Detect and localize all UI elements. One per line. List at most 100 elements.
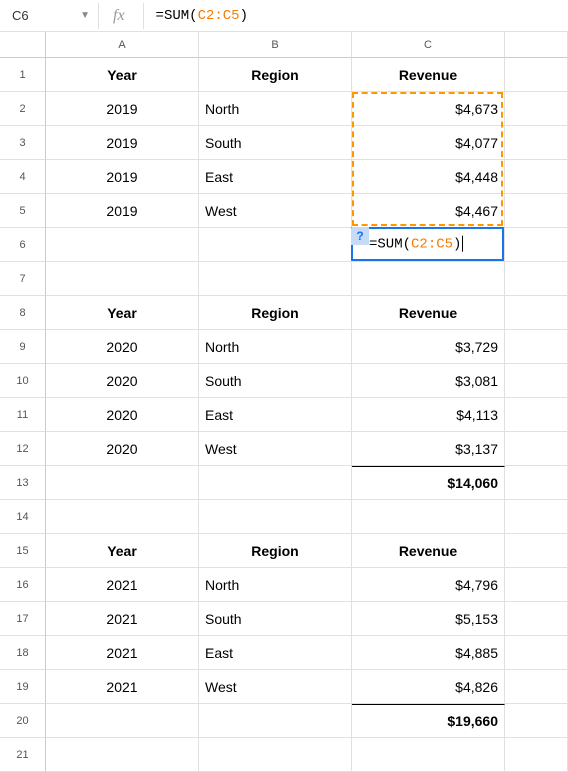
cell[interactable]: North	[199, 568, 352, 602]
cell[interactable]: $5,153	[352, 602, 505, 636]
row-header[interactable]: 4	[0, 160, 46, 194]
column-header[interactable]	[505, 32, 568, 58]
cell[interactable]	[505, 262, 568, 296]
cell[interactable]	[199, 228, 352, 262]
cell[interactable]: 2020	[46, 330, 199, 364]
cell[interactable]: 2021	[46, 602, 199, 636]
cell[interactable]	[505, 160, 568, 194]
row-header[interactable]: 3	[0, 126, 46, 160]
cell[interactable]: 2021	[46, 636, 199, 670]
cell[interactable]	[505, 194, 568, 228]
cell[interactable]: Year	[46, 534, 199, 568]
cell[interactable]	[352, 500, 505, 534]
name-box[interactable]: C6 ▼	[4, 3, 99, 29]
cell[interactable]: $3,137	[352, 432, 505, 466]
select-all-corner[interactable]	[0, 32, 46, 58]
cell[interactable]	[505, 364, 568, 398]
cell[interactable]	[505, 58, 568, 92]
cell[interactable]: $4,673	[352, 92, 505, 126]
cell[interactable]: North	[199, 330, 352, 364]
cell[interactable]: South	[199, 602, 352, 636]
row-header[interactable]: 2	[0, 92, 46, 126]
row-header[interactable]: 18	[0, 636, 46, 670]
cell[interactable]: Year	[46, 58, 199, 92]
row-header[interactable]: 9	[0, 330, 46, 364]
cell[interactable]: 2019	[46, 92, 199, 126]
row-header[interactable]: 11	[0, 398, 46, 432]
cell[interactable]: West	[199, 194, 352, 228]
cell[interactable]: South	[199, 364, 352, 398]
cell[interactable]	[46, 262, 199, 296]
cell[interactable]: 2019	[46, 194, 199, 228]
cell[interactable]	[46, 738, 199, 772]
cell[interactable]: 2020	[46, 364, 199, 398]
cell[interactable]	[505, 126, 568, 160]
cell[interactable]: East	[199, 636, 352, 670]
cell[interactable]	[505, 398, 568, 432]
cell[interactable]	[46, 500, 199, 534]
cell[interactable]: $4,448	[352, 160, 505, 194]
cell[interactable]: $4,826	[352, 670, 505, 704]
name-box-dropdown-icon[interactable]: ▼	[80, 10, 90, 21]
cell[interactable]: $4,113	[352, 398, 505, 432]
cell[interactable]: Revenue	[352, 534, 505, 568]
cell[interactable]: Revenue	[352, 58, 505, 92]
cell[interactable]	[352, 262, 505, 296]
cell[interactable]: $4,796	[352, 568, 505, 602]
cell[interactable]	[199, 738, 352, 772]
cell[interactable]	[505, 228, 568, 262]
cell[interactable]: $4,467	[352, 194, 505, 228]
cell[interactable]: $19,660	[352, 704, 505, 738]
cell[interactable]	[505, 92, 568, 126]
row-header[interactable]: 1	[0, 58, 46, 92]
row-header[interactable]: 16	[0, 568, 46, 602]
row-header[interactable]: 21	[0, 738, 46, 772]
cell[interactable]	[46, 466, 199, 500]
cell[interactable]: $3,081	[352, 364, 505, 398]
cell[interactable]: 2021	[46, 670, 199, 704]
cell[interactable]: South	[199, 126, 352, 160]
row-header[interactable]: 8	[0, 296, 46, 330]
cell[interactable]	[505, 534, 568, 568]
cell[interactable]: Year	[46, 296, 199, 330]
row-header[interactable]: 5	[0, 194, 46, 228]
cell[interactable]	[46, 704, 199, 738]
cell[interactable]	[199, 500, 352, 534]
cell[interactable]: $14,060	[352, 466, 505, 500]
row-header[interactable]: 15	[0, 534, 46, 568]
formula-input[interactable]: =SUM(C2:C5)	[144, 3, 564, 29]
cell[interactable]	[505, 568, 568, 602]
cell[interactable]: $4,885	[352, 636, 505, 670]
column-header[interactable]: B	[199, 32, 352, 58]
cell[interactable]	[505, 738, 568, 772]
cell[interactable]	[46, 228, 199, 262]
cell[interactable]: Region	[199, 58, 352, 92]
cell[interactable]: 2019	[46, 160, 199, 194]
cell[interactable]: 2021	[46, 568, 199, 602]
cell[interactable]	[199, 466, 352, 500]
cell[interactable]: 2020	[46, 398, 199, 432]
cell[interactable]	[505, 330, 568, 364]
cell[interactable]: Revenue	[352, 296, 505, 330]
cell[interactable]: 2020	[46, 432, 199, 466]
row-header[interactable]: 14	[0, 500, 46, 534]
cell[interactable]	[505, 602, 568, 636]
cell[interactable]	[505, 636, 568, 670]
cell[interactable]	[505, 466, 568, 500]
cell[interactable]	[505, 296, 568, 330]
row-header[interactable]: 6	[0, 228, 46, 262]
cell[interactable]: West	[199, 432, 352, 466]
row-header[interactable]: 7	[0, 262, 46, 296]
cell[interactable]	[505, 670, 568, 704]
cell[interactable]	[505, 432, 568, 466]
cell[interactable]: $3,729	[352, 330, 505, 364]
cell[interactable]	[505, 500, 568, 534]
cell[interactable]: North	[199, 92, 352, 126]
row-header[interactable]: 10	[0, 364, 46, 398]
cell[interactable]: West	[199, 670, 352, 704]
cell[interactable]	[199, 262, 352, 296]
cell[interactable]: East	[199, 160, 352, 194]
row-header[interactable]: 13	[0, 466, 46, 500]
spreadsheet-grid[interactable]: ABC1YearRegionRevenue22019North$4,673320…	[0, 32, 568, 772]
row-header[interactable]: 12	[0, 432, 46, 466]
